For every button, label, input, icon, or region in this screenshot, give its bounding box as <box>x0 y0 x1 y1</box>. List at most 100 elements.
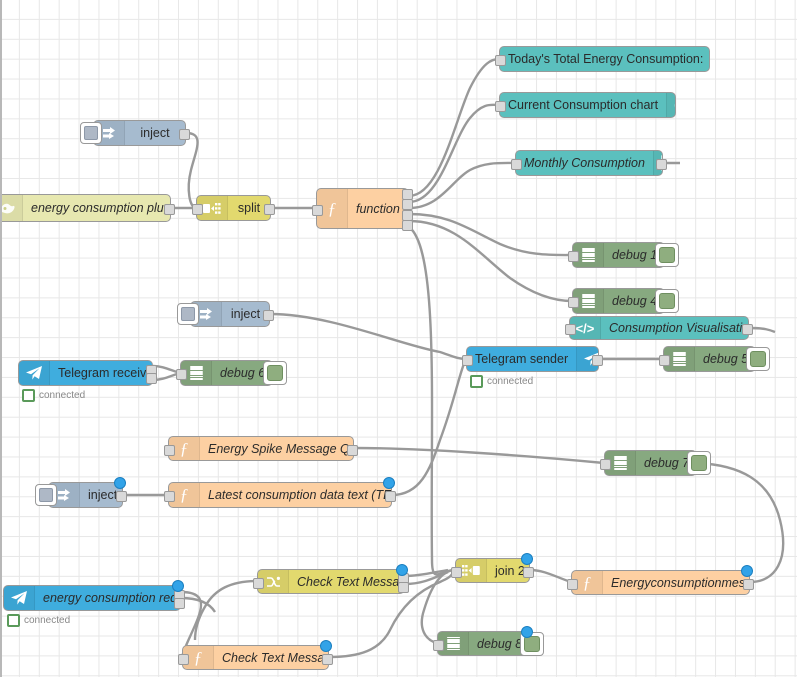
node-input-port[interactable] <box>253 577 264 589</box>
wire[interactable] <box>408 219 573 303</box>
node-input-port[interactable] <box>567 578 578 590</box>
node-template-vis[interactable]: </> Consumption Visualisation <box>565 316 753 340</box>
node-input-port[interactable] <box>176 369 187 380</box>
debug-toggle-button[interactable] <box>263 361 287 385</box>
wire[interactable] <box>696 461 785 584</box>
node-input-port[interactable] <box>164 444 175 456</box>
wire[interactable] <box>408 212 573 257</box>
node-output-port[interactable] <box>164 204 175 215</box>
node-split[interactable]: split <box>192 195 275 221</box>
wire[interactable] <box>408 226 456 576</box>
node-input-port[interactable] <box>565 324 576 335</box>
node-output-port[interactable] <box>742 324 753 335</box>
node-output-port[interactable] <box>402 209 413 221</box>
inject-trigger-button[interactable] <box>35 484 57 506</box>
unsaved-changes-marker <box>396 564 408 576</box>
node-debug-1[interactable]: debug 1 <box>568 242 679 268</box>
node-input-port[interactable] <box>511 159 522 170</box>
node-output-port[interactable] <box>743 578 754 590</box>
node-output-port[interactable] <box>264 204 275 215</box>
node-join-2[interactable]: join 2 <box>451 553 534 583</box>
node-tg-receiver[interactable]: Telegram receiver <box>18 360 157 386</box>
wire[interactable] <box>408 161 516 210</box>
node-debug-6[interactable]: debug 6 <box>176 360 287 386</box>
node-input-port[interactable] <box>495 101 506 112</box>
status-text: connected <box>487 376 534 387</box>
node-inject-2[interactable]: inject <box>177 301 274 327</box>
node-output-port[interactable] <box>146 373 157 385</box>
node-input-port[interactable] <box>568 297 579 308</box>
node-output-port[interactable] <box>116 491 127 502</box>
node-input-port[interactable] <box>178 653 189 665</box>
wire[interactable] <box>269 312 467 361</box>
node-output-port[interactable] <box>347 444 358 456</box>
flow-canvas[interactable]: inject energy consumption plug split ƒ funct… <box>0 0 797 677</box>
node-input-port[interactable] <box>462 355 473 366</box>
wire[interactable] <box>353 446 605 465</box>
node-inject-1[interactable]: inject <box>80 120 190 146</box>
node-fn-energymsg[interactable]: ƒEnergyconsumptionmessage <box>567 565 754 595</box>
node-output-port[interactable] <box>174 598 185 610</box>
node-output-port[interactable] <box>263 310 274 321</box>
unsaved-changes-marker <box>521 553 533 565</box>
inject-trigger-button[interactable] <box>177 303 199 325</box>
node-input-port[interactable] <box>600 459 611 470</box>
node-ui-text[interactable]: Today's Total Energy Consumption:abc <box>495 46 710 72</box>
node-function-2[interactable]: ƒ function 2 <box>312 188 413 231</box>
node-label: Check Text Message <box>297 574 404 589</box>
wire[interactable] <box>408 103 500 204</box>
node-output-port[interactable] <box>385 491 396 502</box>
wire[interactable] <box>404 570 449 586</box>
inject-trigger-button[interactable] <box>80 122 102 144</box>
node-output-port[interactable] <box>402 199 413 211</box>
node-ui-gauge[interactable]: Current Consumption chart <box>495 92 676 118</box>
node-debug-7[interactable]: debug 7 <box>600 450 711 476</box>
wire[interactable] <box>193 579 258 641</box>
node-label: energy consumption plug <box>31 201 170 215</box>
wire[interactable] <box>391 358 468 497</box>
node-output-port[interactable] <box>322 653 333 665</box>
node-output-port[interactable] <box>656 159 667 170</box>
node-label: inject <box>140 126 170 140</box>
node-debug-5[interactable]: debug 5 <box>659 346 770 372</box>
node-switch-check[interactable]: Check Text Message <box>253 564 409 594</box>
node-output-port[interactable] <box>179 129 190 140</box>
canvas-left-edge <box>0 0 2 677</box>
node-status-tg-request: connected <box>7 614 70 627</box>
node-debug-4[interactable]: debug 4 <box>568 288 679 314</box>
debug-toggle-button[interactable] <box>687 451 711 475</box>
debug-toggle-button[interactable] <box>746 347 770 371</box>
wire[interactable] <box>180 596 217 613</box>
debug-toggle-button[interactable] <box>655 243 679 267</box>
node-input-port[interactable] <box>568 251 579 262</box>
node-output-port[interactable] <box>402 220 413 231</box>
node-fn-check[interactable]: ƒ Check Text Message <box>178 640 333 670</box>
node-input-port[interactable] <box>659 355 670 366</box>
node-input-port[interactable] <box>451 566 462 578</box>
node-output-port[interactable] <box>398 581 409 593</box>
node-debug-8[interactable]: debug 8 <box>433 626 544 656</box>
unsaved-changes-marker <box>320 640 332 652</box>
node-input-port[interactable] <box>312 204 323 216</box>
node-input-port[interactable] <box>192 204 203 215</box>
node-inject-3[interactable]: inject <box>35 477 127 508</box>
node-input-port[interactable] <box>164 491 175 502</box>
node-label: Consumption Visualisation <box>609 321 748 335</box>
node-tg-request[interactable]: energy consumption request <box>3 580 185 611</box>
node-input-port[interactable] <box>433 639 444 651</box>
node-output-port[interactable] <box>523 566 534 578</box>
node-ui-chart[interactable]: Monthly Consumption <box>511 150 667 176</box>
node-input-port[interactable] <box>495 55 506 66</box>
node-fn-latest[interactable]: ƒLatest consumption data text (TEST) <box>164 477 396 508</box>
wire[interactable] <box>404 568 449 578</box>
node-tg-sender[interactable]: Telegram sender <box>462 346 603 372</box>
wire[interactable] <box>408 57 500 198</box>
node-output-port[interactable] <box>592 355 603 366</box>
wire[interactable] <box>529 568 572 584</box>
node-fn-spike[interactable]: ƒEnergy Spike Message Query <box>164 436 358 461</box>
node-plug[interactable]: energy consumption plug <box>0 194 175 222</box>
node-label: energy consumption request <box>43 591 180 605</box>
gauge-icon <box>666 93 675 117</box>
debug-toggle-button[interactable] <box>655 289 679 313</box>
node-label: Energyconsumptionmessage <box>611 575 749 590</box>
